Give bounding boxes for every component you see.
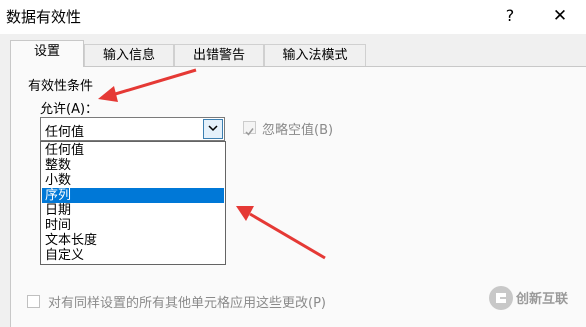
watermark-logo-icon	[489, 286, 513, 310]
dropdown-option-custom[interactable]: 自定义	[42, 248, 224, 263]
dropdown-option-list[interactable]: 序列	[42, 188, 224, 203]
help-button[interactable]: ?	[496, 4, 524, 28]
ignore-blank-checkbox[interactable]	[243, 121, 256, 136]
allow-label: 允许(A)：	[40, 102, 99, 117]
window-title: 数据有效性	[6, 8, 82, 26]
allow-select[interactable]: 任何值	[40, 117, 225, 141]
ignore-blank-label: 忽略空值(B)	[262, 123, 334, 138]
dropdown-option-integer[interactable]: 整数	[42, 158, 224, 173]
checkmark-icon	[245, 128, 254, 136]
validation-criteria-label: 有效性条件	[28, 79, 94, 94]
allow-dropdown-list: 任何值 整数 小数 序列 日期 时间 文本长度 自定义	[40, 141, 226, 265]
dropdown-option-date[interactable]: 日期	[42, 203, 224, 218]
chevron-down-icon[interactable]	[203, 119, 223, 139]
dropdown-option-text-length[interactable]: 文本长度	[42, 233, 224, 248]
title-bar: 数据有效性 ? ✕	[0, 0, 586, 34]
dropdown-option-time[interactable]: 时间	[42, 218, 224, 233]
close-button[interactable]: ✕	[546, 4, 574, 28]
tab-settings[interactable]: 设置	[10, 40, 84, 67]
tab-input-message[interactable]: 输入信息	[84, 44, 174, 66]
dropdown-option-any[interactable]: 任何值	[42, 143, 224, 158]
watermark-text: 创新互联	[516, 292, 569, 307]
tab-error-alert[interactable]: 出错警告	[174, 44, 264, 66]
tab-ime-mode[interactable]: 输入法模式	[264, 44, 366, 66]
dropdown-option-decimal[interactable]: 小数	[42, 173, 224, 188]
apply-all-label: 对有同样设置的所有其他单元格应用这些更改(P)	[48, 296, 326, 311]
allow-select-value: 任何值	[45, 125, 85, 140]
apply-all-checkbox[interactable]	[27, 295, 40, 308]
